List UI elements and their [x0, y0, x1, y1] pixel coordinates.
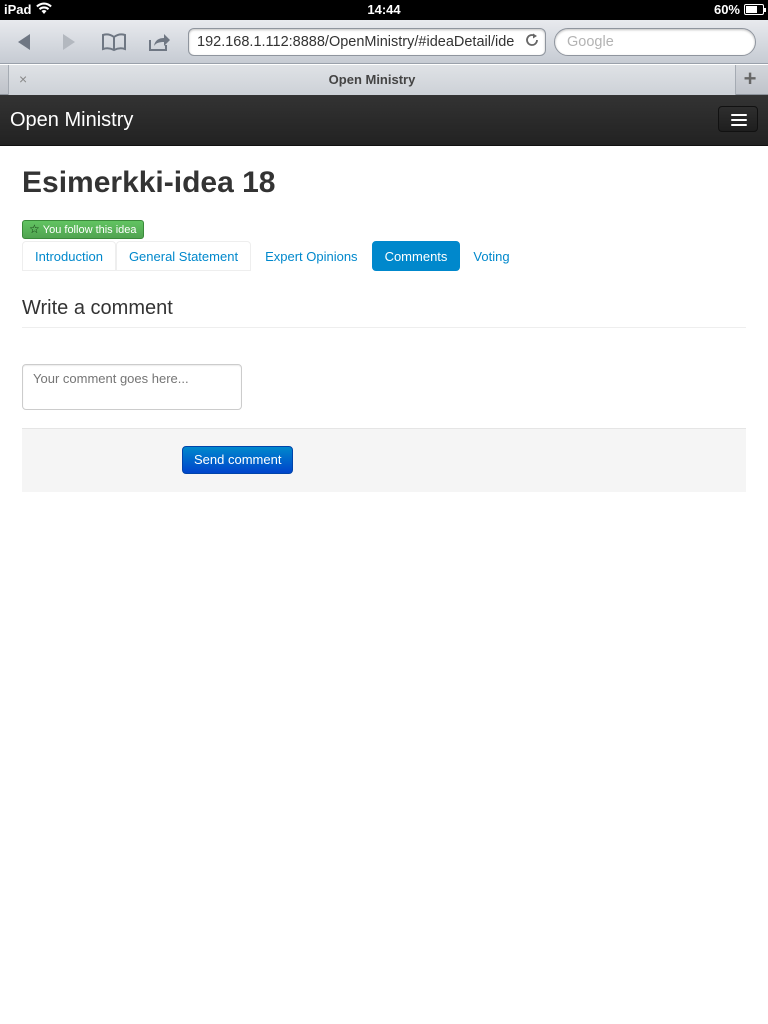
comment-section-heading: Write a comment — [22, 297, 173, 319]
search-field[interactable]: Google — [554, 28, 756, 56]
reload-icon[interactable] — [525, 33, 539, 52]
form-actions: Send comment — [22, 428, 746, 492]
bookmarks-book-icon[interactable] — [98, 28, 130, 56]
share-icon[interactable] — [144, 28, 176, 56]
tab-general-statement[interactable]: General Statement — [115, 241, 252, 271]
star-icon: ☆ — [29, 222, 40, 236]
status-bar: iPad 14:44 60% — [0, 0, 768, 20]
search-placeholder: Google — [567, 34, 614, 50]
divider — [22, 327, 746, 328]
new-tab-plus-icon[interactable]: + — [736, 67, 764, 93]
idea-tabs: Introduction General Statement Expert Op… — [22, 241, 523, 271]
battery-percentage: 60% — [713, 2, 740, 17]
hamburger-menu-icon[interactable] — [718, 106, 758, 132]
send-comment-button[interactable]: Send comment — [182, 446, 294, 474]
follow-label: You follow this idea — [42, 224, 137, 236]
back-arrow-icon[interactable] — [8, 28, 40, 56]
browser-toolbar: 192.168.1.112:8888/OpenMinistry/#ideaDet… — [0, 20, 768, 64]
browser-tab[interactable]: × Open Ministry — [8, 65, 736, 95]
follow-status-badge[interactable]: ☆ You follow this idea — [22, 220, 144, 239]
address-bar-url: 192.168.1.112:8888/OpenMinistry/#ideaDet… — [197, 34, 515, 50]
comment-textarea[interactable] — [22, 364, 242, 410]
clock: 14:44 — [367, 2, 401, 17]
forward-arrow-icon[interactable] — [53, 28, 85, 56]
site-navbar: Open Ministry — [0, 95, 768, 146]
tab-comments[interactable]: Comments — [371, 241, 461, 271]
browser-tab-strip: × Open Ministry + — [0, 65, 768, 95]
address-bar[interactable]: 192.168.1.112:8888/OpenMinistry/#ideaDet… — [188, 28, 546, 56]
brand-link[interactable]: Open Ministry — [10, 109, 133, 132]
battery-icon — [744, 4, 766, 15]
page-title: Esimerkki-idea 18 — [22, 166, 276, 199]
tab-voting[interactable]: Voting — [460, 241, 522, 271]
tab-introduction[interactable]: Introduction — [22, 241, 116, 271]
tab-expert-opinions[interactable]: Expert Opinions — [252, 241, 371, 271]
browser-tab-title: Open Ministry — [328, 72, 416, 87]
